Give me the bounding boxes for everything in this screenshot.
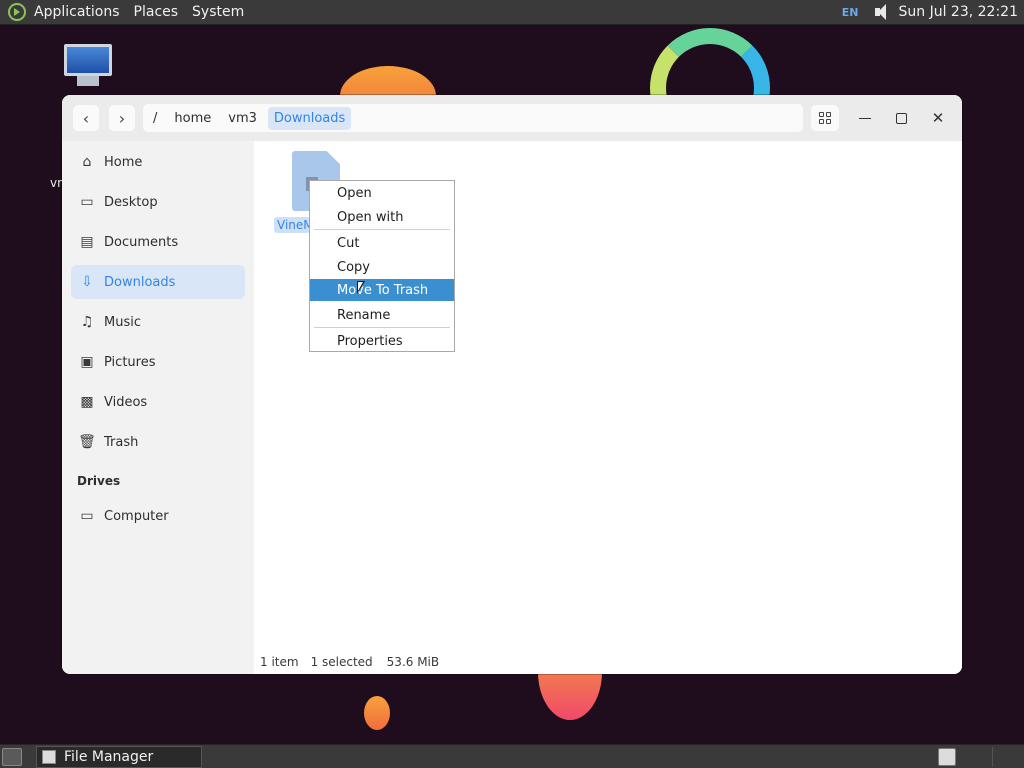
status-selected-size: 53.6 MiB (386, 655, 440, 669)
keyboard-layout-indicator[interactable]: EN (842, 6, 859, 19)
breadcrumb-root[interactable]: / (147, 107, 163, 130)
chevron-left-icon: ‹ (82, 108, 90, 128)
places-menu[interactable]: Places (134, 4, 179, 20)
breadcrumb-vm3[interactable]: vm3 (222, 107, 263, 130)
workspace-switcher-icon[interactable] (938, 748, 956, 766)
sidebar-item-downloads[interactable]: ⇩ Downloads (71, 265, 245, 299)
path-bar: / home vm3 Downloads (143, 104, 803, 132)
sidebar-item-label: Downloads (104, 274, 176, 290)
monitor-stand (77, 76, 99, 86)
menu-separator (314, 229, 450, 230)
minimize-button[interactable] (854, 107, 876, 129)
sidebar-item-videos[interactable]: ▩ Videos (71, 385, 245, 419)
back-button[interactable]: ‹ (73, 105, 99, 131)
context-menu: Open Open with Cut Copy Move To Trash Re… (309, 180, 455, 352)
top-panel: Applications Places System EN Sun Jul 23… (0, 0, 1024, 25)
breadcrumb-home[interactable]: home (168, 107, 217, 130)
menu-item-cut[interactable]: Cut (310, 232, 454, 254)
sidebar-item-label: Pictures (104, 354, 156, 370)
file-name-label[interactable]: VineM (274, 217, 310, 233)
sidebar-item-home[interactable]: ⌂ Home (71, 145, 245, 179)
status-item-count: 1 item (260, 655, 299, 669)
desktop-icon: ▭ (80, 194, 94, 210)
mouse-pointer-icon (357, 281, 365, 294)
wallpaper-small-blob (364, 696, 390, 730)
close-icon: ✕ (931, 109, 945, 127)
sidebar-item-label: Home (104, 154, 143, 170)
grid-view-icon (819, 112, 831, 124)
status-bar: 1 item 1 selected 53.6 MiB (254, 655, 962, 673)
distro-logo-icon[interactable] (8, 3, 26, 21)
menu-item-rename[interactable]: Rename (310, 304, 454, 326)
video-icon: ▩ (80, 394, 94, 410)
monitor-icon (64, 44, 112, 76)
close-button[interactable]: ✕ (927, 107, 949, 129)
menu-item-open[interactable]: Open (310, 182, 454, 204)
menu-item-open-with[interactable]: Open with (310, 206, 454, 228)
status-selected-count: 1 selected (310, 655, 373, 669)
sidebar-item-pictures[interactable]: ▣ Pictures (71, 345, 245, 379)
menu-item-copy[interactable]: Copy (310, 256, 454, 278)
file-manager-window: ‹ › / home vm3 Downloads ✕ ⌂ Home ▭ Desk… (62, 95, 962, 674)
minimize-icon (859, 117, 871, 120)
show-desktop-icon[interactable] (2, 748, 22, 766)
bottom-panel: File Manager (0, 744, 1024, 768)
file-manager-icon (42, 750, 56, 764)
sidebar-item-desktop[interactable]: ▭ Desktop (71, 185, 245, 219)
drives-heading: Drives (77, 474, 121, 488)
forward-button[interactable]: › (109, 105, 135, 131)
sidebar-item-documents[interactable]: ▤ Documents (71, 225, 245, 259)
document-icon: ▤ (80, 234, 94, 250)
applications-menu[interactable]: Applications (34, 4, 120, 20)
music-icon: ♫ (80, 314, 94, 330)
sidebar-item-label: Trash (104, 434, 139, 450)
view-mode-button[interactable] (811, 105, 839, 131)
sidebar-item-label: Videos (104, 394, 148, 410)
sidebar: ⌂ Home ▭ Desktop ▤ Documents ⇩ Downloads… (62, 141, 254, 674)
taskbar-button-label: File Manager (64, 749, 154, 765)
picture-icon: ▣ (80, 354, 94, 370)
menu-item-move-to-trash[interactable]: Move To Trash (310, 279, 454, 301)
home-icon: ⌂ (82, 154, 92, 170)
desktop-computer-icon[interactable] (60, 44, 116, 86)
sidebar-item-music[interactable]: ♫ Music (71, 305, 245, 339)
taskbar-button-file-manager[interactable]: File Manager (36, 746, 202, 768)
system-menu[interactable]: System (192, 4, 244, 20)
chevron-right-icon: › (118, 108, 126, 128)
sidebar-item-label: Desktop (104, 194, 158, 210)
sidebar-item-label: Music (104, 314, 141, 330)
maximize-button[interactable] (890, 107, 912, 129)
trash-icon: 🗑 (78, 434, 96, 450)
download-icon: ⇩ (81, 274, 93, 290)
clock[interactable]: Sun Jul 23, 22:21 (899, 4, 1019, 20)
tray-separator (992, 747, 993, 767)
sidebar-item-computer[interactable]: ▭ Computer (71, 499, 245, 533)
computer-icon: ▭ (80, 508, 94, 524)
breadcrumb-downloads[interactable]: Downloads (267, 106, 352, 130)
menu-separator (314, 327, 450, 328)
header-bar: ‹ › / home vm3 Downloads ✕ (62, 95, 962, 141)
volume-icon[interactable] (873, 4, 891, 20)
sidebar-item-label: Computer (104, 508, 169, 524)
maximize-icon (895, 112, 907, 124)
sidebar-item-trash[interactable]: 🗑 Trash (71, 425, 245, 459)
sidebar-item-label: Documents (104, 234, 179, 250)
menu-item-properties[interactable]: Properties (310, 330, 454, 352)
